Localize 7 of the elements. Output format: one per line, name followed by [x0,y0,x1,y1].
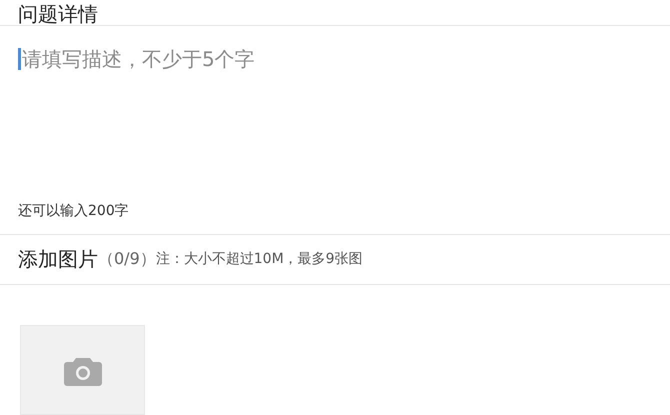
description-field[interactable]: 请填写描述，不少于5个字 [18,46,652,202]
remaining-hint: 还可以输入200字 [18,202,130,220]
photo-count: （0/9） [98,248,156,270]
photo-note: 注：大小不超过10M，最多9张图 [156,250,363,268]
section-title: 问题详情 [18,2,98,26]
add-photo-button[interactable] [20,324,145,415]
add-photos-title: 添加图片 [18,246,98,273]
